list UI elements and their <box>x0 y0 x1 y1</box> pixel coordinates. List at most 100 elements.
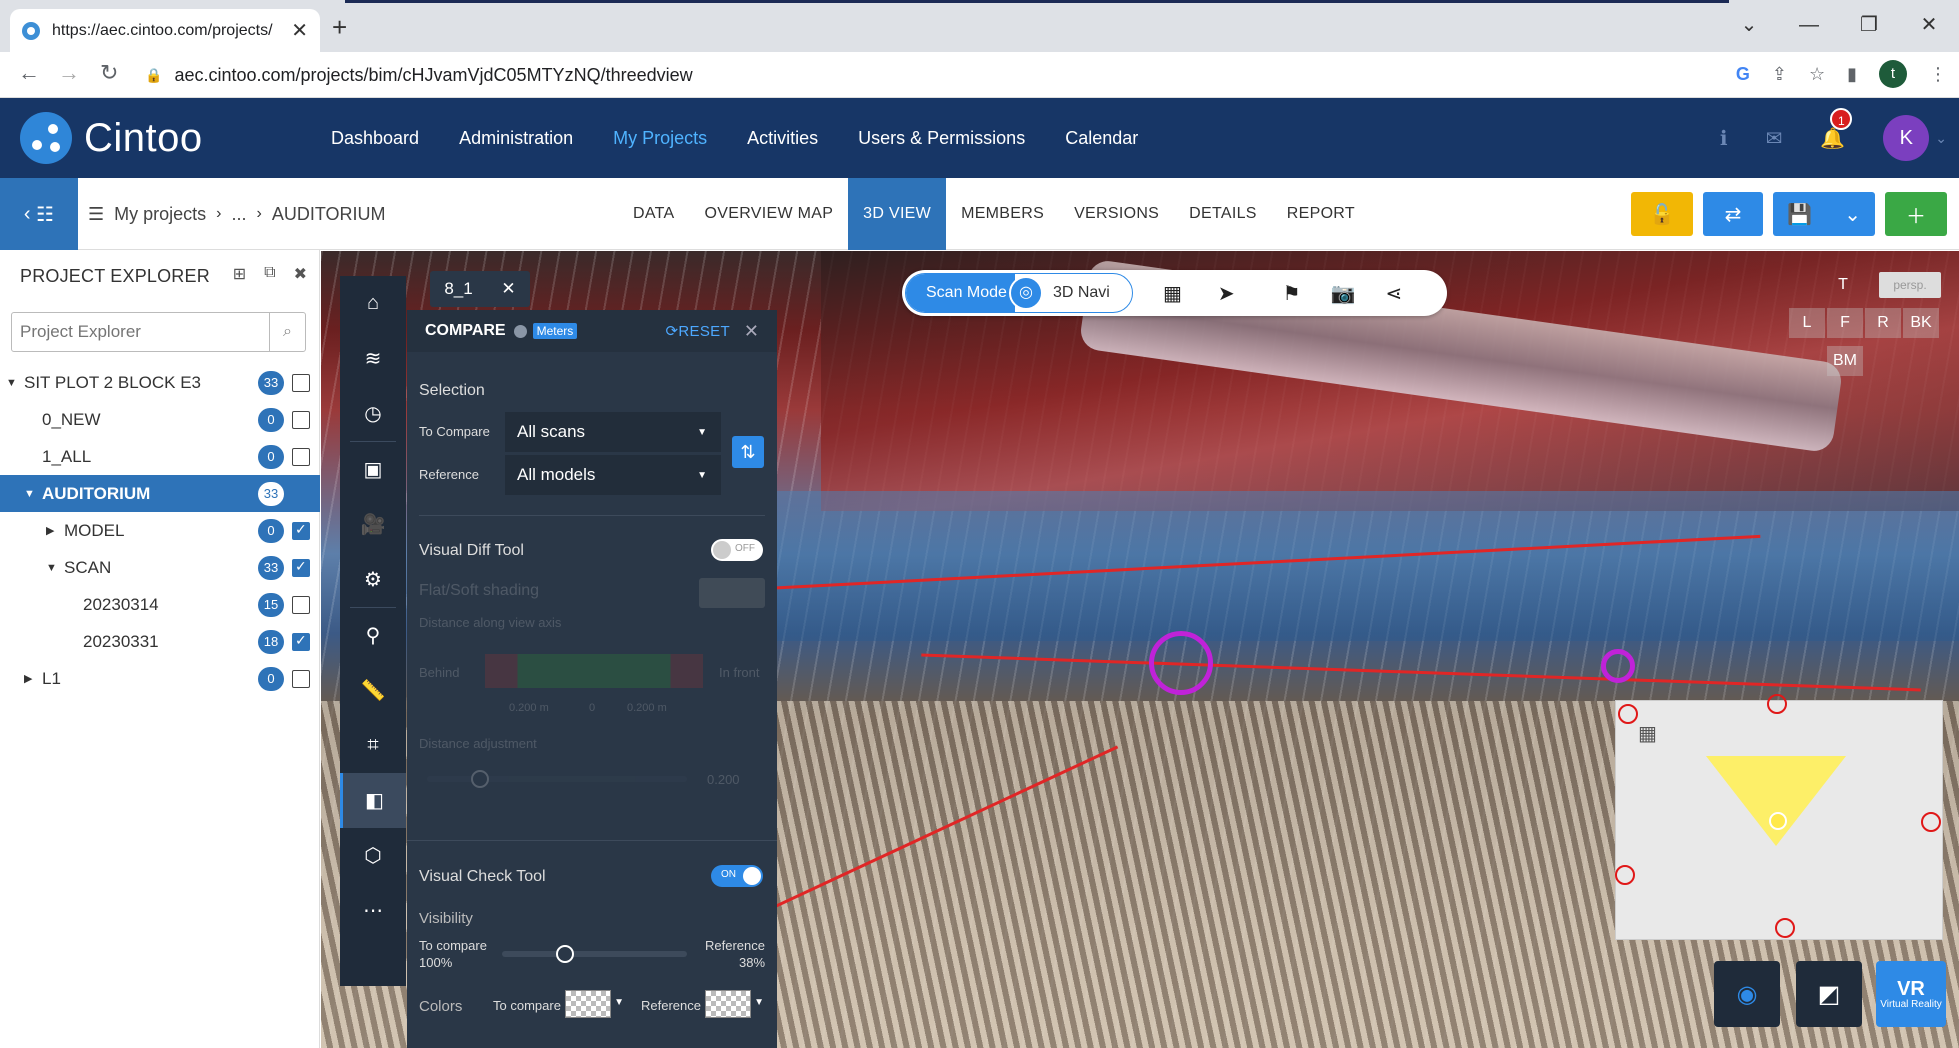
checkbox[interactable] <box>292 447 310 466</box>
scan-location-marker[interactable] <box>1615 865 1635 885</box>
checkbox[interactable] <box>292 410 310 429</box>
grid-icon[interactable]: ▦ <box>1163 281 1182 306</box>
nav-my-projects[interactable]: My Projects <box>613 128 707 149</box>
mini-map[interactable]: ▦ <box>1615 700 1943 940</box>
checkbox[interactable] <box>292 373 310 392</box>
distance-slider-thumb[interactable] <box>471 770 489 788</box>
tree-row-sit-plot[interactable]: ▼ SIT PLOT 2 BLOCK E3 33 <box>0 364 320 401</box>
minimize-icon[interactable]: — <box>1779 0 1839 52</box>
reload-icon[interactable]: ↻ <box>100 60 118 86</box>
scan-location-marker[interactable] <box>1921 812 1941 832</box>
chevron-down-icon[interactable]: ⌄ <box>1844 202 1861 227</box>
close-icon[interactable]: ✕ <box>501 279 515 299</box>
home-icon[interactable]: ⌂ <box>340 276 406 331</box>
close-tab-icon[interactable]: ✕ <box>291 18 308 43</box>
maximize-icon[interactable]: ❐ <box>1839 0 1899 52</box>
view-right[interactable]: R <box>1865 308 1901 338</box>
grid-icon[interactable]: ▦ <box>1638 721 1657 746</box>
units-badge[interactable]: Meters <box>532 323 578 339</box>
visibility-slider[interactable] <box>502 951 687 957</box>
camera-icon[interactable]: 🎥 <box>340 497 406 552</box>
checkbox[interactable] <box>292 669 310 688</box>
flag-icon[interactable]: ⚑ <box>1283 281 1301 306</box>
forward-icon[interactable]: → <box>58 60 80 86</box>
display-icon[interactable]: ▣ <box>340 442 406 497</box>
unlock-button[interactable]: 🔓 <box>1631 192 1693 236</box>
collapse-all-icon[interactable]: ⧉ <box>264 264 275 284</box>
nav-dashboard[interactable]: Dashboard <box>331 128 419 149</box>
settings-icon[interactable]: ⚙ <box>340 552 406 607</box>
caret-right-icon[interactable]: ▶ <box>24 672 36 685</box>
layers-icon[interactable]: ≋ <box>340 331 406 386</box>
view-back[interactable]: BK <box>1903 308 1939 338</box>
close-icon[interactable]: ✕ <box>744 321 759 342</box>
tree-row-20230314[interactable]: 20230314 15 <box>0 586 320 623</box>
back-icon[interactable]: ← <box>18 60 40 86</box>
share-icon[interactable]: ⇪ <box>1772 64 1787 85</box>
explorer-search-input[interactable] <box>12 314 269 350</box>
reset-button[interactable]: ⟳RESET <box>666 322 730 340</box>
flat-soft-toggle[interactable] <box>699 578 765 608</box>
to-compare-select[interactable]: All scans ▼ <box>505 412 721 452</box>
mail-icon[interactable]: ✉ <box>1766 126 1783 151</box>
chevron-down-icon[interactable]: ⌄ <box>1935 130 1947 147</box>
crop-icon[interactable]: ⌗ <box>340 718 406 773</box>
tree-toggle-button[interactable]: ‹ ☷ <box>0 178 78 250</box>
search-icon[interactable]: ⌕ <box>269 313 305 351</box>
vr-button[interactable]: VR Virtual Reality <box>1876 961 1946 1027</box>
share-icon[interactable]: ⋖ <box>1386 281 1403 306</box>
scan-mode-icon[interactable]: ◎ <box>1008 276 1043 310</box>
tree-row-auditorium[interactable]: ▼ AUDITORIUM 33 <box>0 475 320 512</box>
distance-value[interactable]: 0.200 <box>707 772 740 787</box>
menu-icon[interactable]: ⋮ <box>1929 64 1947 85</box>
nav-activities[interactable]: Activities <box>747 128 818 149</box>
pointer-icon[interactable]: ➤ <box>1218 281 1235 306</box>
compare-icon[interactable]: ◧ <box>340 773 406 828</box>
scan-chip[interactable]: 8_1 ✕ <box>430 271 530 307</box>
menu-icon[interactable]: ☰ <box>88 204 104 225</box>
nav-users-permissions[interactable]: Users & Permissions <box>858 128 1025 149</box>
caret-right-icon[interactable]: ▶ <box>46 524 58 537</box>
scan-station-marker[interactable] <box>1601 649 1635 683</box>
close-window-icon[interactable]: ✕ <box>1899 0 1959 52</box>
tab-versions[interactable]: VERSIONS <box>1059 178 1174 250</box>
visibility-slider-thumb[interactable] <box>555 945 574 963</box>
sync-button[interactable]: ⇄ <box>1703 192 1763 236</box>
tab-details[interactable]: DETAILS <box>1174 178 1272 250</box>
tab-report[interactable]: REPORT <box>1272 178 1370 250</box>
view-left[interactable]: L <box>1789 308 1825 338</box>
scan-mode-button[interactable]: Scan Mode <box>906 274 1015 312</box>
distance-slider[interactable] <box>427 776 687 782</box>
model-icon[interactable]: ⬡ <box>340 828 406 883</box>
bell-icon[interactable]: 🔔 1 <box>1820 107 1853 151</box>
tree-row-1-all[interactable]: 1_ALL 0 <box>0 438 320 475</box>
tab-members[interactable]: MEMBERS <box>946 178 1059 250</box>
profile-avatar[interactable]: t <box>1879 60 1907 88</box>
crumb-auditorium[interactable]: AUDITORIUM <box>272 204 386 225</box>
view-top[interactable]: T <box>1825 270 1861 300</box>
caret-down-icon[interactable]: ▼ <box>24 488 36 500</box>
close-icon[interactable]: ✖ <box>294 264 307 284</box>
tab-data[interactable]: DATA <box>618 178 690 250</box>
side-panel-icon[interactable]: ▮ <box>1847 64 1857 85</box>
reference-color-picker[interactable]: ▼ <box>705 990 764 1018</box>
visual-check-toggle[interactable]: ON <box>711 865 763 887</box>
ruler-icon[interactable]: 📏 <box>340 663 406 718</box>
save-button[interactable]: 💾 ⌄ <box>1773 192 1875 236</box>
url-field[interactable]: 🔒 aec.cintoo.com/projects/bim/cHJvamVjdC… <box>145 59 1675 91</box>
checkbox[interactable] <box>292 558 310 577</box>
caret-down-icon[interactable]: ▼ <box>46 562 58 574</box>
tab-3d-view[interactable]: 3D VIEW <box>848 178 947 250</box>
tab-search-icon[interactable]: ⌄ <box>1719 0 1779 52</box>
location-icon[interactable]: ⚲ <box>340 608 406 663</box>
crumb-my-projects[interactable]: My projects <box>114 204 206 225</box>
3d-navi-button[interactable]: 3D Navi <box>1043 284 1110 302</box>
tree-row-scan[interactable]: ▼ SCAN 33 <box>0 549 320 586</box>
scan-location-marker[interactable] <box>1775 918 1795 938</box>
scan-location-marker[interactable] <box>1767 694 1787 714</box>
crumb-ellipsis[interactable]: ... <box>232 204 247 225</box>
checkbox[interactable] <box>292 595 310 614</box>
tree-row-20230331[interactable]: 20230331 18 <box>0 623 320 660</box>
new-tab-icon[interactable]: + <box>332 12 347 43</box>
more-icon[interactable]: ⋯ <box>340 883 406 938</box>
